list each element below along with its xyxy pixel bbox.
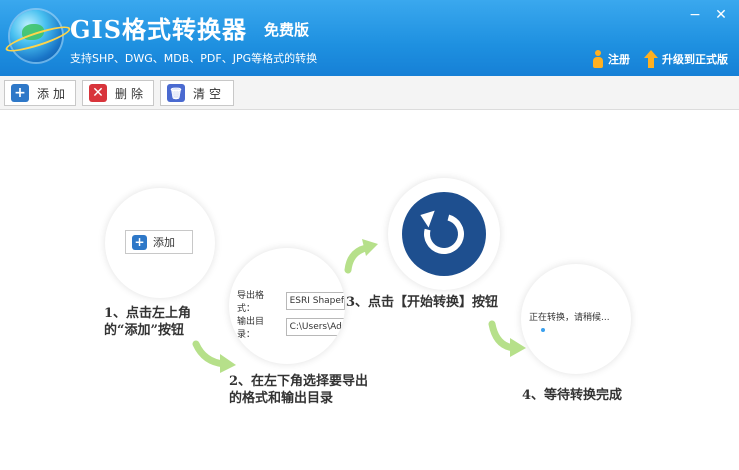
delete-button-label: 删除 bbox=[115, 86, 148, 101]
close-button[interactable]: ✕ bbox=[712, 6, 730, 24]
add-button[interactable]: + 添加 bbox=[4, 80, 76, 106]
output-dir-label: 输出目录： bbox=[237, 317, 265, 340]
minimize-button[interactable]: − bbox=[686, 6, 704, 24]
globe-logo-icon bbox=[10, 10, 62, 62]
up-arrow-icon bbox=[644, 50, 658, 68]
step1-circle: + 添加 bbox=[105, 188, 215, 298]
start-button-illustration bbox=[402, 192, 486, 276]
app-title: GIS格式转换器 bbox=[70, 15, 248, 44]
output-dir-field: C:\Users\Adm bbox=[285, 318, 345, 336]
add-button-label: 添加 bbox=[37, 86, 70, 101]
format-row: 导出格式： ESRI Shapefile bbox=[237, 288, 345, 314]
upgrade-label: 升级到正式版 bbox=[662, 53, 728, 66]
plus-icon: + bbox=[132, 234, 147, 250]
app-subtitle: 支持SHP、DWG、MDB、PDF、JPG等格式的转换 bbox=[70, 52, 318, 65]
demo-add-label: 添加 bbox=[153, 236, 175, 249]
format-label: 导出格式： bbox=[237, 291, 265, 314]
step3-text: 3、点击【开始转换】按钮 bbox=[346, 295, 499, 310]
green-arrow-icon bbox=[488, 320, 526, 357]
output-dir-row: 输出目录： C:\Users\Adm bbox=[237, 314, 345, 340]
toolbar: + 添加 ✕ 删除 🗑 清空 bbox=[0, 76, 739, 110]
step2-circle: 导出格式： ESRI Shapefile 输出目录： C:\Users\Adm bbox=[229, 248, 345, 364]
upgrade-link[interactable]: 升级到正式版 bbox=[644, 50, 728, 68]
title-bar: GIS格式转换器 免费版 支持SHP、DWG、MDB、PDF、JPG等格式的转换… bbox=[0, 0, 739, 76]
clear-button[interactable]: 🗑 清空 bbox=[160, 80, 234, 106]
plus-icon: + bbox=[11, 84, 29, 102]
delete-button[interactable]: ✕ 删除 bbox=[82, 80, 154, 106]
step2-text: 2、在左下角选择要导出的格式和输出目录 bbox=[229, 374, 369, 406]
register-label: 注册 bbox=[608, 53, 630, 66]
app-edition: 免费版 bbox=[264, 21, 310, 39]
green-arrow-icon bbox=[344, 239, 378, 274]
format-select: ESRI Shapefile bbox=[285, 292, 345, 310]
register-link[interactable]: 注册 bbox=[592, 50, 630, 68]
progress-dot bbox=[541, 328, 545, 332]
converting-status: 正在转换，请稍候... bbox=[529, 313, 610, 323]
clear-button-label: 清空 bbox=[193, 86, 226, 101]
step3-circle bbox=[388, 178, 500, 290]
green-arrow-icon bbox=[192, 340, 236, 373]
trash-icon: 🗑 bbox=[167, 84, 185, 102]
demo-add-button: + 添加 bbox=[125, 230, 193, 254]
step1-text: 1、点击左上角的“添加”按钮 bbox=[104, 306, 192, 338]
person-icon bbox=[592, 50, 604, 68]
step4-text: 4、等待转换完成 bbox=[522, 388, 623, 403]
step4-circle: 正在转换，请稍候... bbox=[521, 264, 631, 374]
x-icon: ✕ bbox=[89, 84, 107, 102]
